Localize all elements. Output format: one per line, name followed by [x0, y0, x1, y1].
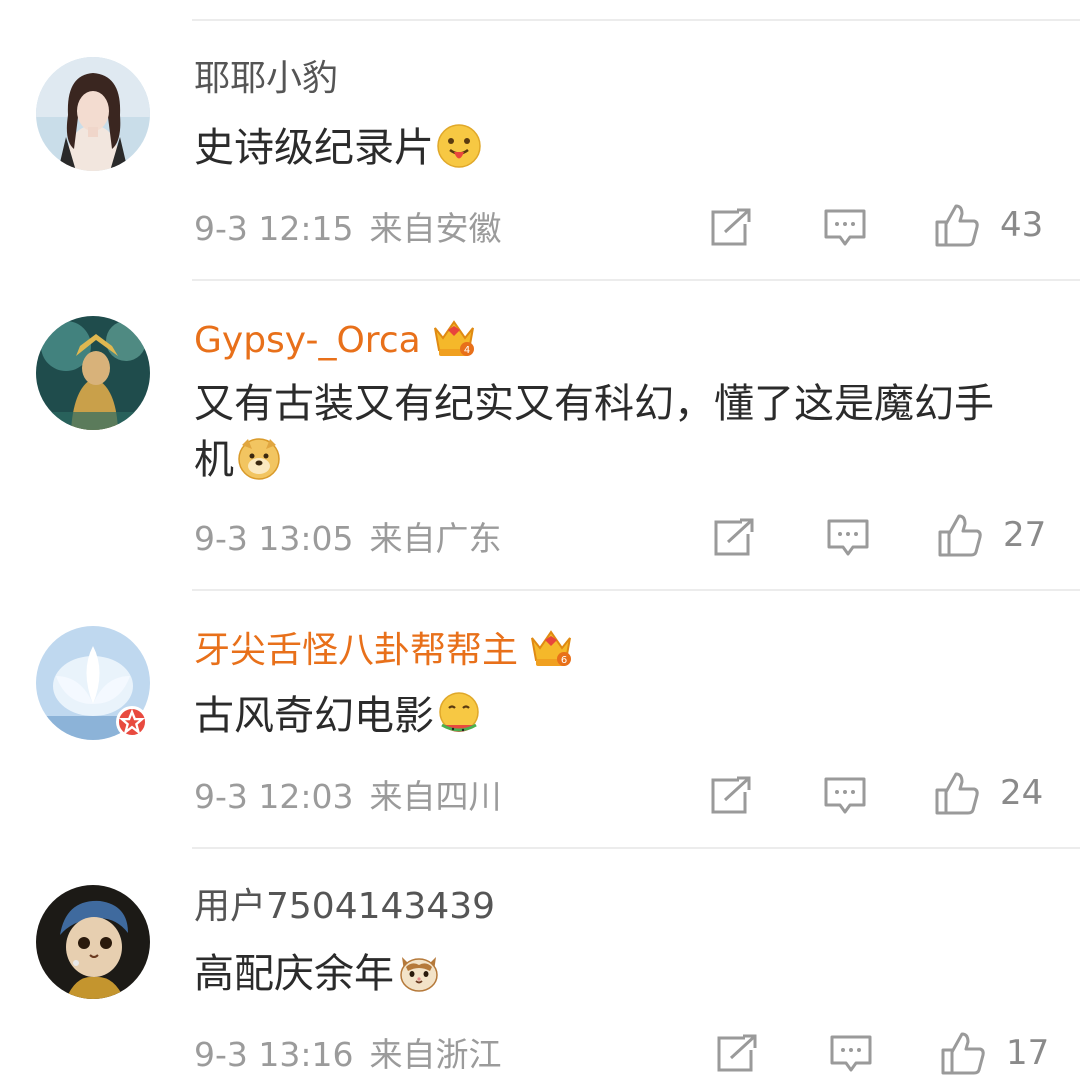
like-count: 27	[1003, 515, 1047, 555]
comment-meta: 9-3 12:15 来自安徽	[194, 209, 502, 249]
location: 来自四川	[369, 777, 502, 816]
vip-level: 4	[463, 345, 469, 356]
like-count: 24	[1000, 773, 1044, 813]
divider	[192, 279, 1080, 281]
location: 来自浙江	[369, 1035, 502, 1074]
location: 来自安徽	[369, 209, 502, 248]
doge-emoji-icon	[236, 435, 282, 496]
drooling-face-emoji-icon	[436, 123, 482, 184]
comment-icon	[824, 777, 866, 814]
comment-text: 古风奇幻电影	[194, 688, 1014, 752]
like-count: 17	[1006, 1033, 1050, 1073]
like-button[interactable]: 27	[937, 512, 1046, 558]
like-count: 43	[1000, 205, 1044, 245]
eating-watermelon-emoji-icon	[436, 691, 482, 752]
avatar[interactable]	[36, 57, 150, 171]
comment-body: 又有古装又有纪实又有科幻，懂了这是魔幻手机	[194, 381, 994, 483]
like-button[interactable]: 43	[934, 202, 1043, 248]
comment-text: 史诗级纪录片	[194, 120, 1014, 184]
comment-feed: 耶耶小豹 史诗级纪录片 9-3 12:15 来自安徽 43 Gypsy-_Orc…	[0, 0, 1080, 1080]
avatar[interactable]	[36, 316, 150, 430]
comment-icon	[824, 209, 866, 246]
crown-badge-icon: 6	[528, 626, 574, 679]
repost-button[interactable]	[712, 518, 756, 558]
comment-text: 又有古装又有纪实又有科幻，懂了这是魔幻手机	[194, 376, 1014, 496]
thumbs-up-icon	[935, 772, 979, 815]
comment-icon	[830, 1035, 872, 1072]
verified-badge-icon	[116, 706, 148, 738]
comment-button[interactable]	[823, 208, 867, 248]
repost-icon	[711, 208, 751, 246]
repost-icon	[711, 776, 751, 814]
username-text: 牙尖舌怪八卦帮帮主	[194, 630, 519, 671]
timestamp: 9-3 13:16	[194, 1035, 354, 1074]
comment-button[interactable]	[829, 1034, 873, 1074]
vip-level: 6	[561, 655, 567, 666]
timestamp: 9-3 12:15	[194, 209, 354, 248]
crown-badge-icon: 4	[431, 316, 477, 369]
comment-button[interactable]	[823, 776, 867, 816]
comment-meta: 9-3 12:03 来自四川	[194, 777, 502, 817]
cat-face-emoji-icon	[396, 949, 442, 1010]
timestamp: 9-3 13:05	[194, 519, 354, 558]
username-text: Gypsy-_Orca	[194, 320, 421, 361]
repost-button[interactable]	[715, 1034, 759, 1074]
thumbs-up-icon	[938, 514, 982, 557]
divider	[192, 589, 1080, 591]
repost-icon	[714, 518, 754, 556]
comment-body: 古风奇幻电影	[194, 693, 434, 739]
thumbs-up-icon	[941, 1032, 985, 1075]
divider	[192, 19, 1080, 21]
repost-button[interactable]	[709, 208, 753, 248]
repost-icon	[717, 1034, 757, 1072]
comment-button[interactable]	[826, 518, 870, 558]
location: 来自广东	[369, 519, 502, 558]
avatar-image	[36, 57, 150, 171]
comment-body: 史诗级纪录片	[194, 125, 434, 171]
comment-meta: 9-3 13:16 来自浙江	[194, 1035, 502, 1075]
comment-icon	[827, 519, 869, 556]
thumbs-up-icon	[935, 204, 979, 247]
timestamp: 9-3 12:03	[194, 777, 354, 816]
avatar-image	[36, 885, 150, 999]
divider	[192, 847, 1080, 849]
repost-button[interactable]	[709, 776, 753, 816]
username[interactable]: 牙尖舌怪八卦帮帮主 6	[194, 626, 574, 679]
comment-body: 高配庆余年	[194, 951, 394, 997]
comment-meta: 9-3 13:05 来自广东	[194, 519, 502, 559]
username[interactable]: 用户7504143439	[194, 885, 495, 929]
avatar[interactable]	[36, 885, 150, 999]
avatar[interactable]	[36, 626, 150, 740]
comment-text: 高配庆余年	[194, 946, 1014, 1010]
like-button[interactable]: 24	[934, 770, 1043, 816]
like-button[interactable]: 17	[940, 1030, 1049, 1076]
username[interactable]: 耶耶小豹	[194, 57, 338, 101]
username[interactable]: Gypsy-_Orca 4	[194, 316, 477, 369]
avatar-image	[36, 316, 150, 430]
